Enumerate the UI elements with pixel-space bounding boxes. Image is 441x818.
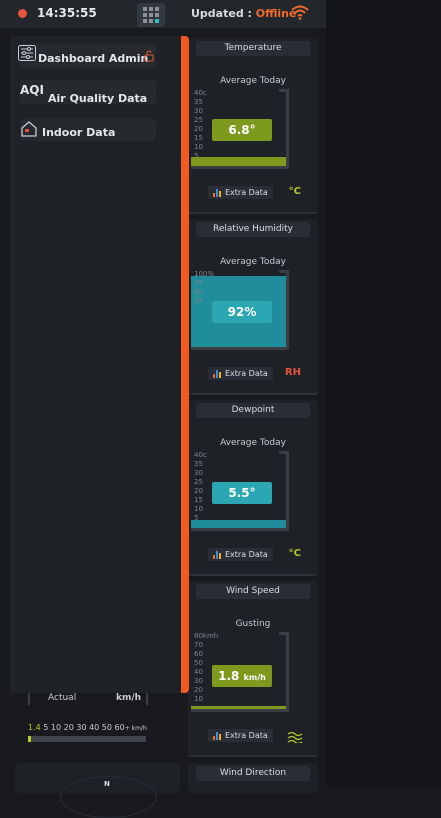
card-title: Dewpoint (196, 403, 310, 418)
card-title: Relative Humidity (196, 222, 310, 237)
wind-speed-card: Wind Speed Gusting 80kmh 70 60 50 40 30 20 1… (188, 581, 318, 757)
temperature-gauge: 40c 35 30 25 20 15 10 5 6.8° (191, 89, 289, 169)
wind-speed-gauge: 80kmh 70 60 50 40 30 20 10 1.8 km/h (191, 632, 289, 712)
dewpoint-gauge: 40c 35 30 25 20 15 10 5 5.5° (191, 451, 289, 531)
actual-label: Actual (48, 693, 77, 703)
unit-label[interactable]: RH (285, 367, 301, 378)
wind-scale-bar (28, 736, 146, 742)
bar-chart-icon (213, 189, 222, 197)
background-strip (326, 0, 441, 787)
card-subtitle: Average Today (220, 257, 286, 267)
apps-grid-button[interactable] (137, 3, 165, 27)
wind-icon[interactable] (287, 731, 303, 743)
bar-chart-icon (213, 551, 222, 559)
gauge-frame (146, 693, 148, 705)
card-title: Wind Speed (196, 584, 310, 599)
gauge-frame (28, 693, 30, 705)
unit-label[interactable]: °C (289, 548, 301, 559)
wind-scale: 1.4 5 10 20 30 40 50 60+ km/h (28, 723, 147, 732)
gauge-fill (191, 157, 287, 166)
status-dot-icon (18, 9, 27, 18)
updated-label: Updated : (191, 7, 252, 20)
card-subtitle: Average Today (220, 438, 286, 448)
temperature-card: Temperature Average Today 40c 35 30 25 20 1… (188, 38, 318, 214)
card-subtitle: Average Today (220, 76, 286, 86)
unit-label: km/h (116, 693, 142, 703)
humidity-value: 92% (212, 301, 272, 323)
nav-drawer: Dashboard Admin AQI Air Quality Data Ind… (10, 36, 184, 693)
gauge-fill (191, 520, 287, 528)
card-title: Wind Direction (196, 766, 310, 781)
bar-chart-icon (213, 370, 222, 378)
lock-open-icon (144, 50, 154, 62)
drawer-edge-handle[interactable] (181, 36, 189, 693)
gauge-ticks: 100% 75 50 25 (194, 270, 215, 305)
extra-data-button[interactable]: Extra Data (208, 186, 273, 199)
card-subtitle: Gusting (235, 619, 271, 629)
wifi-icon[interactable] (291, 4, 309, 20)
menu-item-dashboard-admin[interactable]: Dashboard Admin (18, 44, 156, 68)
sliders-icon (18, 45, 36, 61)
dewpoint-card: Dewpoint Average Today 40c 35 30 25 20 15 1… (188, 400, 318, 576)
humidity-card: Relative Humidity Average Today 100% 75 … (188, 219, 318, 395)
gauge-ticks: 40c 35 30 25 20 15 10 5 (194, 89, 207, 160)
unit-label[interactable]: °C (289, 186, 301, 197)
extra-data-button[interactable]: Extra Data (208, 548, 273, 561)
temperature-value: 6.8° (212, 119, 272, 141)
clock-time: 14:35:55 (37, 6, 97, 20)
gauge-ticks: 40c 35 30 25 20 15 10 5 (194, 451, 207, 522)
house-icon (21, 121, 37, 137)
bar-chart-icon (213, 732, 222, 740)
menu-item-air-quality[interactable]: AQI Air Quality Data (20, 80, 156, 105)
extra-data-button[interactable]: Extra Data (208, 367, 273, 380)
menu-item-indoor[interactable]: Indoor Data (20, 119, 156, 141)
dewpoint-value: 5.5° (212, 482, 272, 504)
card-title: Temperature (196, 41, 310, 56)
update-status: Updated : Offline (191, 7, 296, 20)
extra-data-button[interactable]: Extra Data (208, 729, 273, 742)
humidity-gauge: 100% 75 50 25 92% (191, 270, 289, 350)
wind-speed-value: 1.8 km/h (212, 665, 272, 687)
aqi-icon: AQI (20, 83, 44, 97)
wind-direction-card: Wind Direction (188, 763, 318, 793)
